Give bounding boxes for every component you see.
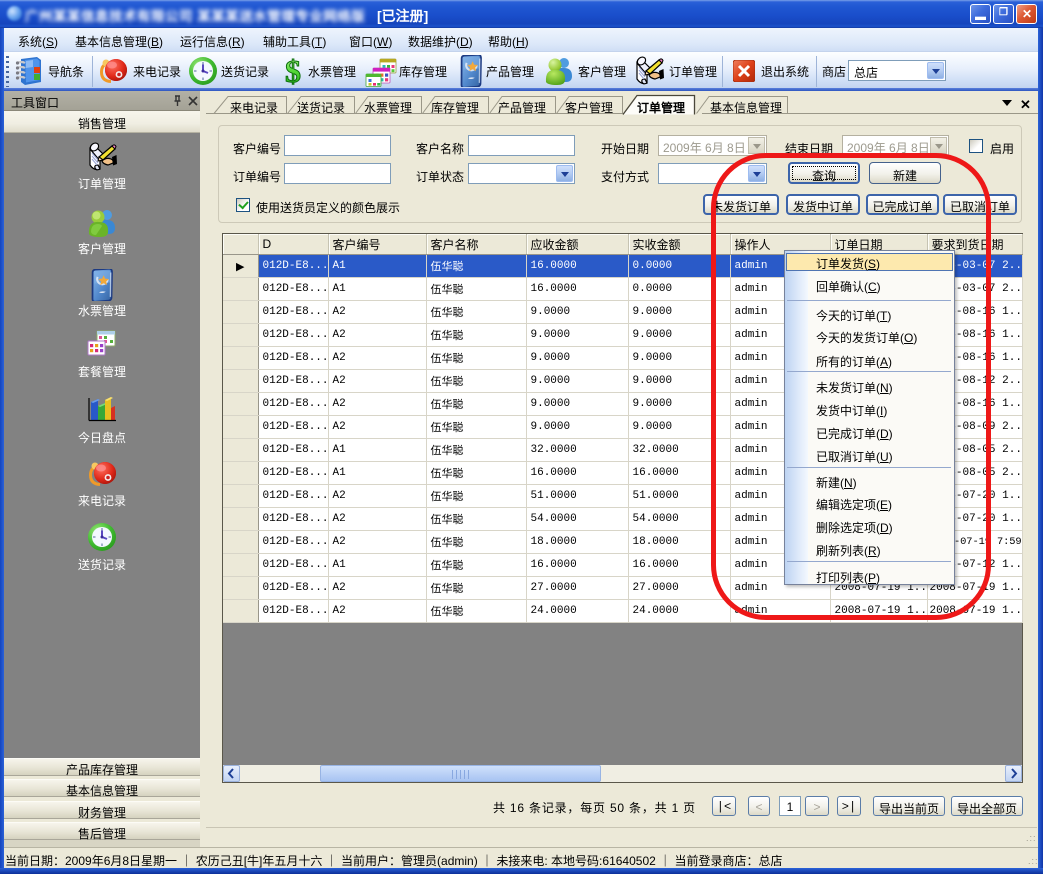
- svg-text:$: $: [285, 55, 301, 87]
